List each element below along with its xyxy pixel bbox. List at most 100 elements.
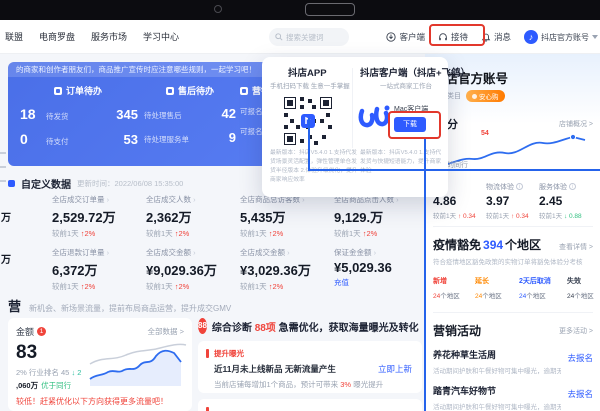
- client-subtitle: 一站式商家工作台: [380, 80, 432, 90]
- tag-unit: 个地区: [440, 293, 460, 300]
- stat-label: 全店成交订单量: [52, 194, 146, 205]
- updated-time: 更新时间：2022/06/08 15:35:00: [77, 178, 183, 189]
- stat-card[interactable]: 全店成交金额 ¥9,029.36万 较前1天 ↑2%: [146, 247, 240, 292]
- score-label: 物流体验: [486, 182, 514, 192]
- score-logistics[interactable]: 物流体验 3.97 较前1天 ↑ 0.34: [486, 182, 539, 220]
- recharge-link[interactable]: 充值: [334, 278, 349, 287]
- score-service[interactable]: 服务体验 2.45 较前1天 ↓ 0.88: [539, 182, 592, 220]
- popup-divider: [352, 68, 353, 148]
- qr-code: [282, 95, 334, 147]
- stat-card-deposit[interactable]: 保证金金额 ¥5,029.36 充值: [334, 247, 428, 292]
- todo-row[interactable]: 待处理售后 42: [144, 106, 236, 121]
- score-value: 2.45: [539, 194, 592, 208]
- search-box[interactable]: [269, 28, 349, 46]
- doudian-logo: [358, 103, 390, 133]
- custom-data-title: 自定义数据: [21, 176, 71, 191]
- stat-label: 全店成交金额: [146, 247, 240, 258]
- nav-item-alliance[interactable]: 联盟: [5, 30, 23, 43]
- message-button[interactable]: 消息: [481, 31, 511, 43]
- todo-count: 18: [20, 106, 40, 122]
- message-label: 消息: [494, 31, 511, 43]
- aftersale-icon: [166, 87, 174, 95]
- covid-tag-new[interactable]: 新增 24个地区: [433, 276, 475, 300]
- sidebar-fragment: [0, 180, 6, 182]
- shop-account-panel: 抖店官方账号 经营类目 安心购 分 店铺概况 > 54 的同行 4.86 较前1…: [425, 54, 600, 411]
- reception-label: 接待: [451, 31, 468, 43]
- list-new-product-link[interactable]: 立即上新: [378, 363, 412, 375]
- todo-value: 9: [229, 130, 236, 145]
- stat-label: 保证金金额: [334, 247, 428, 258]
- stat-note: 较前1天: [52, 282, 79, 291]
- tag-unit: 个地区: [574, 293, 594, 300]
- info-icon[interactable]: [569, 183, 576, 190]
- stat-card[interactable]: 全店商品总访客数 5,435万 较前1天 ↑2%: [240, 194, 334, 239]
- gmv-trend-chart: [88, 334, 188, 386]
- app-subtitle: 手机扫码下载 生意一手掌握: [270, 80, 350, 90]
- stat-note: 较前1天: [334, 229, 361, 238]
- mac-client-label: Mac客户端: [394, 104, 428, 114]
- covid-tag-extended[interactable]: 延长 24个地区: [475, 276, 519, 300]
- stat-card[interactable]: 全店商品点击人数 9,129.万 较前1天 ↑2%: [334, 194, 428, 239]
- covid-tag-cancel-soon[interactable]: 2天后取消 24个地区: [519, 276, 567, 300]
- client-release-notes: 最新版本：抖店V5.4.0 1.支持代发货与快捷短语能力，提升商家体验: [360, 149, 442, 176]
- stat-note: 较前1天: [146, 282, 173, 291]
- stat-change: ↑2%: [269, 229, 284, 238]
- optimize-warning: 较低！赶紧优化以下方向获得更多流量吧！: [16, 396, 168, 407]
- download-button[interactable]: 下载: [394, 117, 426, 132]
- industry-rank: 2% 行业排名 45: [16, 368, 69, 377]
- priority-bar: [206, 349, 209, 358]
- search-input[interactable]: [286, 33, 342, 42]
- diagnosis-score-badge: 88: [198, 318, 207, 334]
- account-menu[interactable]: ♪ 抖店官方账号: [524, 30, 598, 44]
- browser-tab[interactable]: [305, 3, 355, 16]
- signup-link[interactable]: 去报名: [567, 352, 593, 364]
- todo-value: 42: [222, 106, 236, 121]
- reception-button[interactable]: 接待: [438, 31, 468, 43]
- marketing-item[interactable]: 养花种草生活周 活动期间护肤和午餐好物可集中曝光，逾期无法报名 去报名: [433, 348, 593, 375]
- client-download-button[interactable]: 客户端: [386, 31, 425, 43]
- stat-note: 较前1天: [52, 229, 79, 238]
- diagnosis-item-desc-suffix: 曝光提升: [351, 380, 383, 389]
- nav-item-service-market[interactable]: 服务市场: [91, 30, 127, 43]
- chart-point-label: 54: [481, 130, 489, 137]
- nav-item-compass[interactable]: 电商罗盘: [39, 30, 75, 43]
- exposure-pct: 3%: [340, 380, 351, 389]
- shop-overview-link[interactable]: 店铺概况 >: [559, 119, 593, 129]
- priority-bar: [206, 407, 209, 411]
- diagnosis-item[interactable]: [198, 399, 422, 411]
- group-title: 订单待办: [66, 84, 102, 97]
- cut-stat-fragment: 万: [1, 251, 11, 266]
- todo-row[interactable]: 0 待支付 53: [20, 131, 138, 147]
- stat-card[interactable]: 全店成交金额 ¥3,029.36万 较前1天 ↑2%: [240, 247, 334, 292]
- stat-note: 较前1天: [240, 282, 267, 291]
- more-activities-link[interactable]: 更多活动 >: [559, 326, 593, 336]
- todo-row[interactable]: 待处理服务单 9: [144, 130, 236, 145]
- covid-detail-link[interactable]: 查看详情 >: [559, 242, 593, 252]
- stat-card[interactable]: 全店成交人数 2,362万 较前1天 ↑2%: [146, 194, 240, 239]
- todo-row[interactable]: 18 待发货 345: [20, 106, 138, 122]
- stat-card[interactable]: 全店退款订单量 6,372万 较前1天 ↑2%: [52, 247, 146, 292]
- covid-tag-expired[interactable]: 失效 24个地区: [567, 276, 593, 300]
- stat-card[interactable]: 全店成交订单量 2,529.72万 较前1天 ↑2%: [52, 194, 146, 239]
- diagnosis-item[interactable]: 提升曝光 近11月未上线新品 无新流量产生 当前店铺每增加1个商品，预计可带来 …: [198, 341, 422, 393]
- stat-label: 全店成交人数: [146, 194, 240, 205]
- diagnosis-tag: 提升曝光: [214, 348, 414, 359]
- experience-score-title-fragment: 分: [447, 116, 458, 132]
- covid-region-count: 394: [483, 238, 503, 252]
- amount-tab[interactable]: 金额: [16, 325, 34, 338]
- gmv-card: 金额 1 全部数据 > 83 2% 行业排名 45 ↓ 2 ,060万优于同行 …: [8, 318, 192, 411]
- avatar: ♪: [524, 30, 538, 44]
- info-icon[interactable]: [516, 183, 523, 190]
- score-note: 较前1天: [486, 213, 509, 220]
- signup-link[interactable]: 去报名: [567, 388, 593, 400]
- marketing-item[interactable]: 踏青汽车好物节 活动期间护肤和午餐好物可集中曝光，逾期无法报名 去报名: [433, 384, 593, 411]
- diagnosis-section: 88 综合诊断 88项 急需优化，获取海量曝光及转化 更多优化 > 提升曝光 近…: [198, 318, 422, 411]
- nav-item-learning-center[interactable]: 学习中心: [143, 30, 179, 43]
- todo-label: 待处理服务单: [144, 134, 189, 145]
- stat-value: 9,129.万: [334, 207, 428, 226]
- sidebar-fragment: [0, 166, 6, 168]
- covid-desc: 符合疫情地区豁免政策的实物订单将豁免体验分考核: [433, 256, 593, 266]
- covid-exempt-title: 疫情豁免: [433, 238, 481, 252]
- todo-label: 待支付: [46, 136, 69, 147]
- douyin-shop-dashboard: 联盟 电商罗盘 服务市场 学习中心 客户端 接待 消息 ♪ 抖店: [0, 0, 600, 411]
